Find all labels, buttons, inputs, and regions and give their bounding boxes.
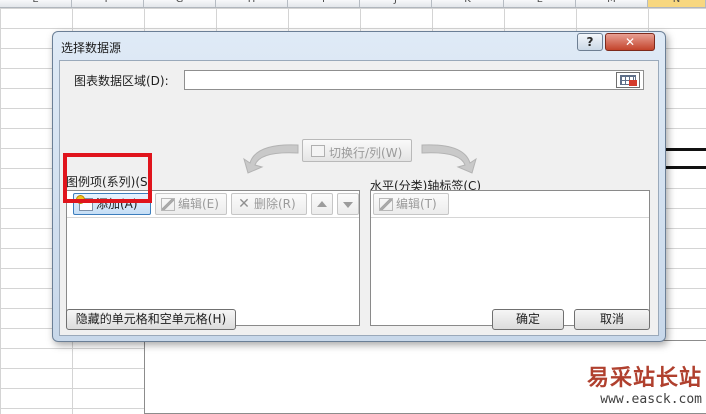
arrow-down-icon	[343, 202, 353, 208]
delete-series-button[interactable]: ✕ 删除(R)	[231, 193, 307, 215]
hidden-empty-cells-button[interactable]: 隐藏的单元格和空单元格(H)	[66, 309, 236, 330]
delete-series-label: 删除(R)	[254, 197, 296, 211]
chart-data-range-label: 图表数据区域(D):	[74, 74, 169, 88]
dialog-title: 选择数据源	[61, 41, 122, 55]
column-header-k[interactable]: K	[432, 0, 504, 7]
column-header-i[interactable]: I	[288, 0, 360, 7]
legend-entries-panel: 添加(A) 编辑(E) ✕ 删除(R)	[66, 190, 360, 326]
range-picker-button[interactable]	[616, 72, 640, 88]
watermark-title: 易采站长站	[586, 365, 702, 391]
column-header-e[interactable]: E	[0, 0, 72, 7]
range-select-icon	[629, 80, 637, 86]
switch-row-column-label: 切换行/列(W)	[329, 146, 403, 160]
switch-row-column-button[interactable]: 切换行/列(W)	[302, 139, 412, 162]
axis-toolbar: 编辑(T)	[371, 191, 649, 217]
chart-line	[664, 166, 706, 169]
curved-arrow-left-icon	[243, 144, 299, 174]
column-header-h[interactable]: H	[216, 0, 288, 7]
edit-series-label: 编辑(E)	[178, 197, 219, 211]
help-button[interactable]: ?	[577, 33, 603, 51]
arrow-up-icon	[317, 201, 327, 207]
edit-series-button[interactable]: 编辑(E)	[155, 193, 227, 215]
highlight-box	[63, 153, 152, 203]
column-header-j[interactable]: J	[360, 0, 432, 7]
column-header-g[interactable]: G	[144, 0, 216, 7]
column-header-f[interactable]: F	[72, 0, 144, 7]
move-up-button[interactable]	[311, 193, 333, 215]
chart-line	[664, 148, 706, 151]
watermark-url: www.easck.com	[600, 392, 702, 407]
close-button[interactable]: ✕	[605, 33, 655, 51]
dialog-title-bar[interactable]: 选择数据源 ? ✕	[53, 32, 665, 60]
edit-icon	[379, 198, 393, 211]
move-down-button[interactable]	[337, 193, 359, 215]
edit-icon	[161, 198, 175, 211]
chart-data-range-input[interactable]	[184, 70, 644, 90]
axis-labels-panel: 编辑(T)	[370, 190, 650, 326]
edit-axis-labels-button[interactable]: 编辑(T)	[373, 193, 449, 215]
close-icon: ✕	[624, 35, 636, 49]
curved-arrow-right-icon	[421, 144, 477, 174]
watermark: 易采站长站 www.easck.com	[586, 360, 706, 414]
column-header-n[interactable]: N	[648, 0, 706, 7]
delete-icon: ✕	[238, 196, 250, 212]
edit-axis-labels-label: 编辑(T)	[396, 197, 437, 211]
column-header-l[interactable]: L	[504, 0, 576, 7]
column-header: E F G H I J K L M N	[0, 0, 706, 8]
switch-icon	[311, 145, 325, 157]
column-header-m[interactable]: M	[576, 0, 648, 7]
ok-button[interactable]: 确定	[492, 309, 564, 330]
cancel-button[interactable]: 取消	[574, 309, 650, 330]
